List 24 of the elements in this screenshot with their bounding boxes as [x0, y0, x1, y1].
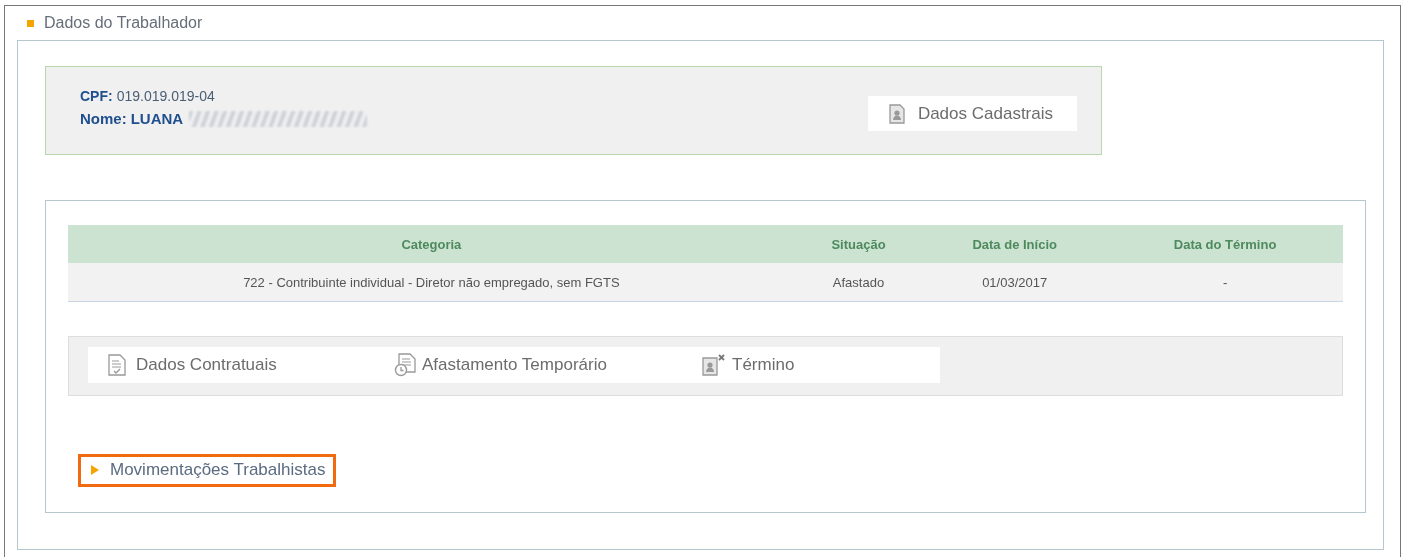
movements-toggle[interactable]: Movimentações Trabalhistas	[78, 454, 337, 487]
table-cell-text: Afastado	[831, 274, 886, 290]
column-header: Data do Término	[1172, 236, 1278, 252]
id-card-icon	[887, 103, 906, 124]
action-button[interactable]: Afastamento Temporário	[394, 353, 702, 377]
cpf-label: CPF:	[80, 88, 113, 104]
column-header: Situação	[830, 236, 887, 252]
column-header: Data de Início	[971, 236, 1058, 252]
cpf-value: 019.019.019-04	[116, 88, 215, 104]
name-value: LUANA	[130, 110, 184, 127]
action-button[interactable]: Dados Contratuais	[108, 354, 394, 376]
id-card-x-icon	[702, 354, 726, 376]
table-cell-text: 01/03/2017	[981, 274, 1049, 290]
bullet-icon	[27, 19, 34, 27]
caret-icon	[90, 465, 100, 475]
name-label: Nome:	[80, 110, 127, 127]
section-title: Dados do Trabalhador	[44, 14, 203, 32]
table-cell-text: -	[1221, 274, 1229, 290]
column-header: Categoria	[400, 236, 463, 252]
document-check-icon	[108, 354, 126, 376]
profile-button[interactable]: Dados Cadastrais	[867, 96, 1077, 131]
table-cell-text: 722 - Contribuinte individual - Diretor não empregado, sem FGTS	[242, 274, 621, 290]
action-button[interactable]: Término	[702, 354, 795, 376]
document-clock-icon	[394, 353, 416, 377]
